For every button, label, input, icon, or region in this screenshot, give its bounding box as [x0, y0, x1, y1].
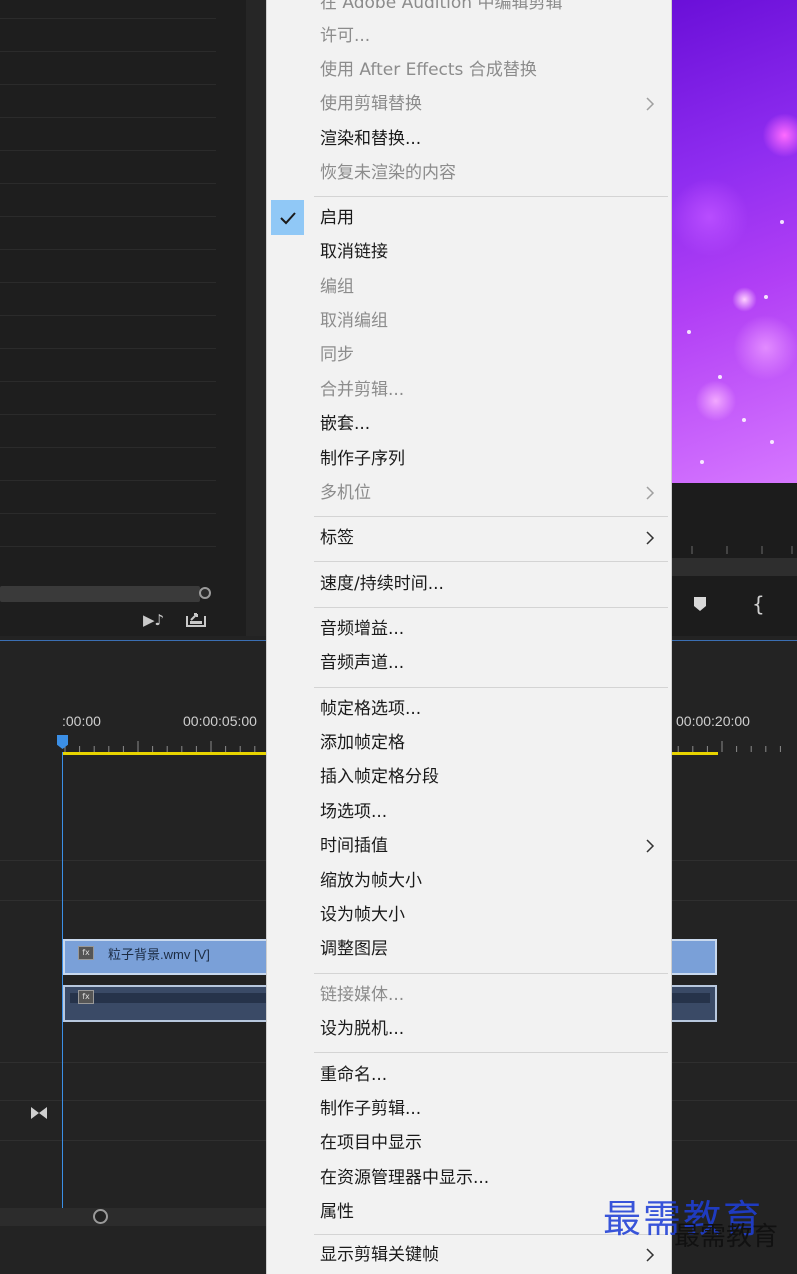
row-divider: [0, 249, 216, 250]
monitor-ruler[interactable]: [672, 540, 797, 556]
row-divider: [0, 117, 216, 118]
menu-item-insert-frame-hold-segment[interactable]: 插入帧定格分段: [320, 766, 439, 788]
fx-badge: fx: [78, 946, 94, 960]
menu-item-link-media[interactable]: 链接媒体...: [320, 984, 404, 1006]
chevron-right-icon: [646, 839, 655, 853]
timecode-20s: 00:00:20:00: [676, 713, 750, 729]
row-divider: [0, 282, 216, 283]
row-divider: [0, 480, 216, 481]
in-point-bracket-icon[interactable]: {: [752, 592, 765, 616]
sparkle: [780, 220, 784, 224]
menu-item-render-replace[interactable]: 渲染和替换...: [320, 128, 421, 150]
menu-item-group[interactable]: 编组: [320, 276, 354, 298]
menu-item-ungroup[interactable]: 取消编组: [320, 310, 388, 332]
menu-item-field-options[interactable]: 场选项...: [320, 801, 387, 823]
row-divider: [0, 216, 216, 217]
timeline-scrollbar[interactable]: [0, 1208, 270, 1226]
menu-item-time-interpolation[interactable]: 时间插值: [320, 835, 388, 857]
menu-item-restore-unrendered[interactable]: 恢复未渲染的内容: [320, 162, 456, 184]
menu-item-reveal-in-project[interactable]: 在项目中显示: [320, 1132, 422, 1154]
playhead-line[interactable]: [62, 752, 63, 1208]
fx-badge: fx: [78, 990, 94, 1004]
row-divider: [0, 546, 216, 547]
menu-item-multicam[interactable]: 多机位: [320, 482, 371, 504]
menu-item-add-frame-hold[interactable]: 添加帧定格: [320, 732, 405, 754]
export-frame-icon[interactable]: [185, 608, 207, 628]
menu-item-audio-channels[interactable]: 音频声道...: [320, 652, 404, 674]
menu-item-nest[interactable]: 嵌套...: [320, 413, 370, 435]
row-divider: [0, 348, 216, 349]
sparkle: [770, 440, 774, 444]
row-divider: [0, 315, 216, 316]
chevron-right-icon: [646, 486, 655, 500]
row-divider: [0, 18, 216, 19]
menu-item-enable[interactable]: 启用: [320, 207, 354, 229]
menu-item-audio-gain[interactable]: 音频增益...: [320, 618, 404, 640]
timecode-5s: 00:00:05:00: [183, 713, 257, 729]
panel-gutter: [246, 0, 266, 636]
menu-item-sync[interactable]: 同步: [320, 344, 354, 366]
watermark-sub: 最需教育: [674, 1222, 779, 1252]
menu-item-edit-in-audition[interactable]: 在 Adobe Audition 中编辑剪辑: [320, 0, 562, 14]
timeline-scroll-handle[interactable]: [93, 1209, 108, 1224]
menu-item-unlink[interactable]: 取消链接: [320, 241, 388, 263]
snap-bowtie-icon[interactable]: [30, 1105, 48, 1121]
sparkle: [742, 418, 746, 422]
source-panel: [0, 0, 246, 636]
menu-item-label[interactable]: 标签: [320, 527, 354, 549]
row-divider: [0, 183, 216, 184]
menu-item-properties[interactable]: 属性: [320, 1201, 354, 1223]
menu-item-adjustment-layer[interactable]: 调整图层: [320, 938, 388, 960]
source-scrollbar[interactable]: [0, 586, 200, 602]
menu-item-replace-with-ae[interactable]: 使用 After Effects 合成替换: [320, 59, 537, 81]
chevron-right-icon: [646, 1248, 655, 1262]
menu-separator: [314, 196, 668, 197]
menu-item-make-subsequence[interactable]: 制作子序列: [320, 448, 405, 470]
row-divider: [0, 414, 216, 415]
menu-item-reveal-in-explorer[interactable]: 在资源管理器中显示...: [320, 1167, 489, 1189]
audio-note-icon[interactable]: ▶♪: [143, 611, 164, 629]
row-divider: [0, 51, 216, 52]
menu-item-license[interactable]: 许可...: [320, 25, 370, 47]
marker-icon[interactable]: [693, 596, 707, 612]
menu-item-frame-hold-options[interactable]: 帧定格选项...: [320, 698, 421, 720]
clip-label: 粒子背景.wmv [V]: [108, 947, 210, 962]
menu-separator: [314, 607, 668, 608]
sparkle: [700, 460, 704, 464]
menu-item-merge-clips[interactable]: 合并剪辑...: [320, 379, 404, 401]
row-divider: [0, 150, 216, 151]
checked-highlight: [271, 200, 304, 235]
timecode-start: :00:00: [62, 713, 101, 729]
menu-item-replace-with-clip[interactable]: 使用剪辑替换: [320, 93, 422, 115]
program-preview-image: [672, 0, 797, 483]
menu-item-speed-duration[interactable]: 速度/持续时间...: [320, 573, 444, 595]
menu-separator: [314, 1052, 668, 1053]
sparkle: [718, 375, 722, 379]
sparkle: [764, 295, 768, 299]
menu-item-scale-to-frame-size[interactable]: 缩放为帧大小: [320, 870, 422, 892]
sparkle: [687, 330, 691, 334]
row-divider: [0, 381, 216, 382]
menu-item-rename[interactable]: 重命名...: [320, 1064, 387, 1086]
menu-item-make-offline[interactable]: 设为脱机...: [320, 1018, 404, 1040]
menu-separator: [314, 561, 668, 562]
row-divider: [0, 447, 216, 448]
chevron-right-icon: [646, 97, 655, 111]
menu-item-set-to-frame-size[interactable]: 设为帧大小: [320, 904, 405, 926]
monitor-scrollbar[interactable]: [672, 558, 797, 576]
check-icon: [280, 212, 296, 225]
chevron-right-icon: [646, 531, 655, 545]
menu-item-make-subclip[interactable]: 制作子剪辑...: [320, 1098, 421, 1120]
row-divider: [0, 513, 216, 514]
source-scroll-handle[interactable]: [199, 587, 211, 599]
menu-separator: [314, 516, 668, 517]
row-divider: [0, 84, 216, 85]
menu-separator: [314, 687, 668, 688]
menu-separator: [314, 973, 668, 974]
